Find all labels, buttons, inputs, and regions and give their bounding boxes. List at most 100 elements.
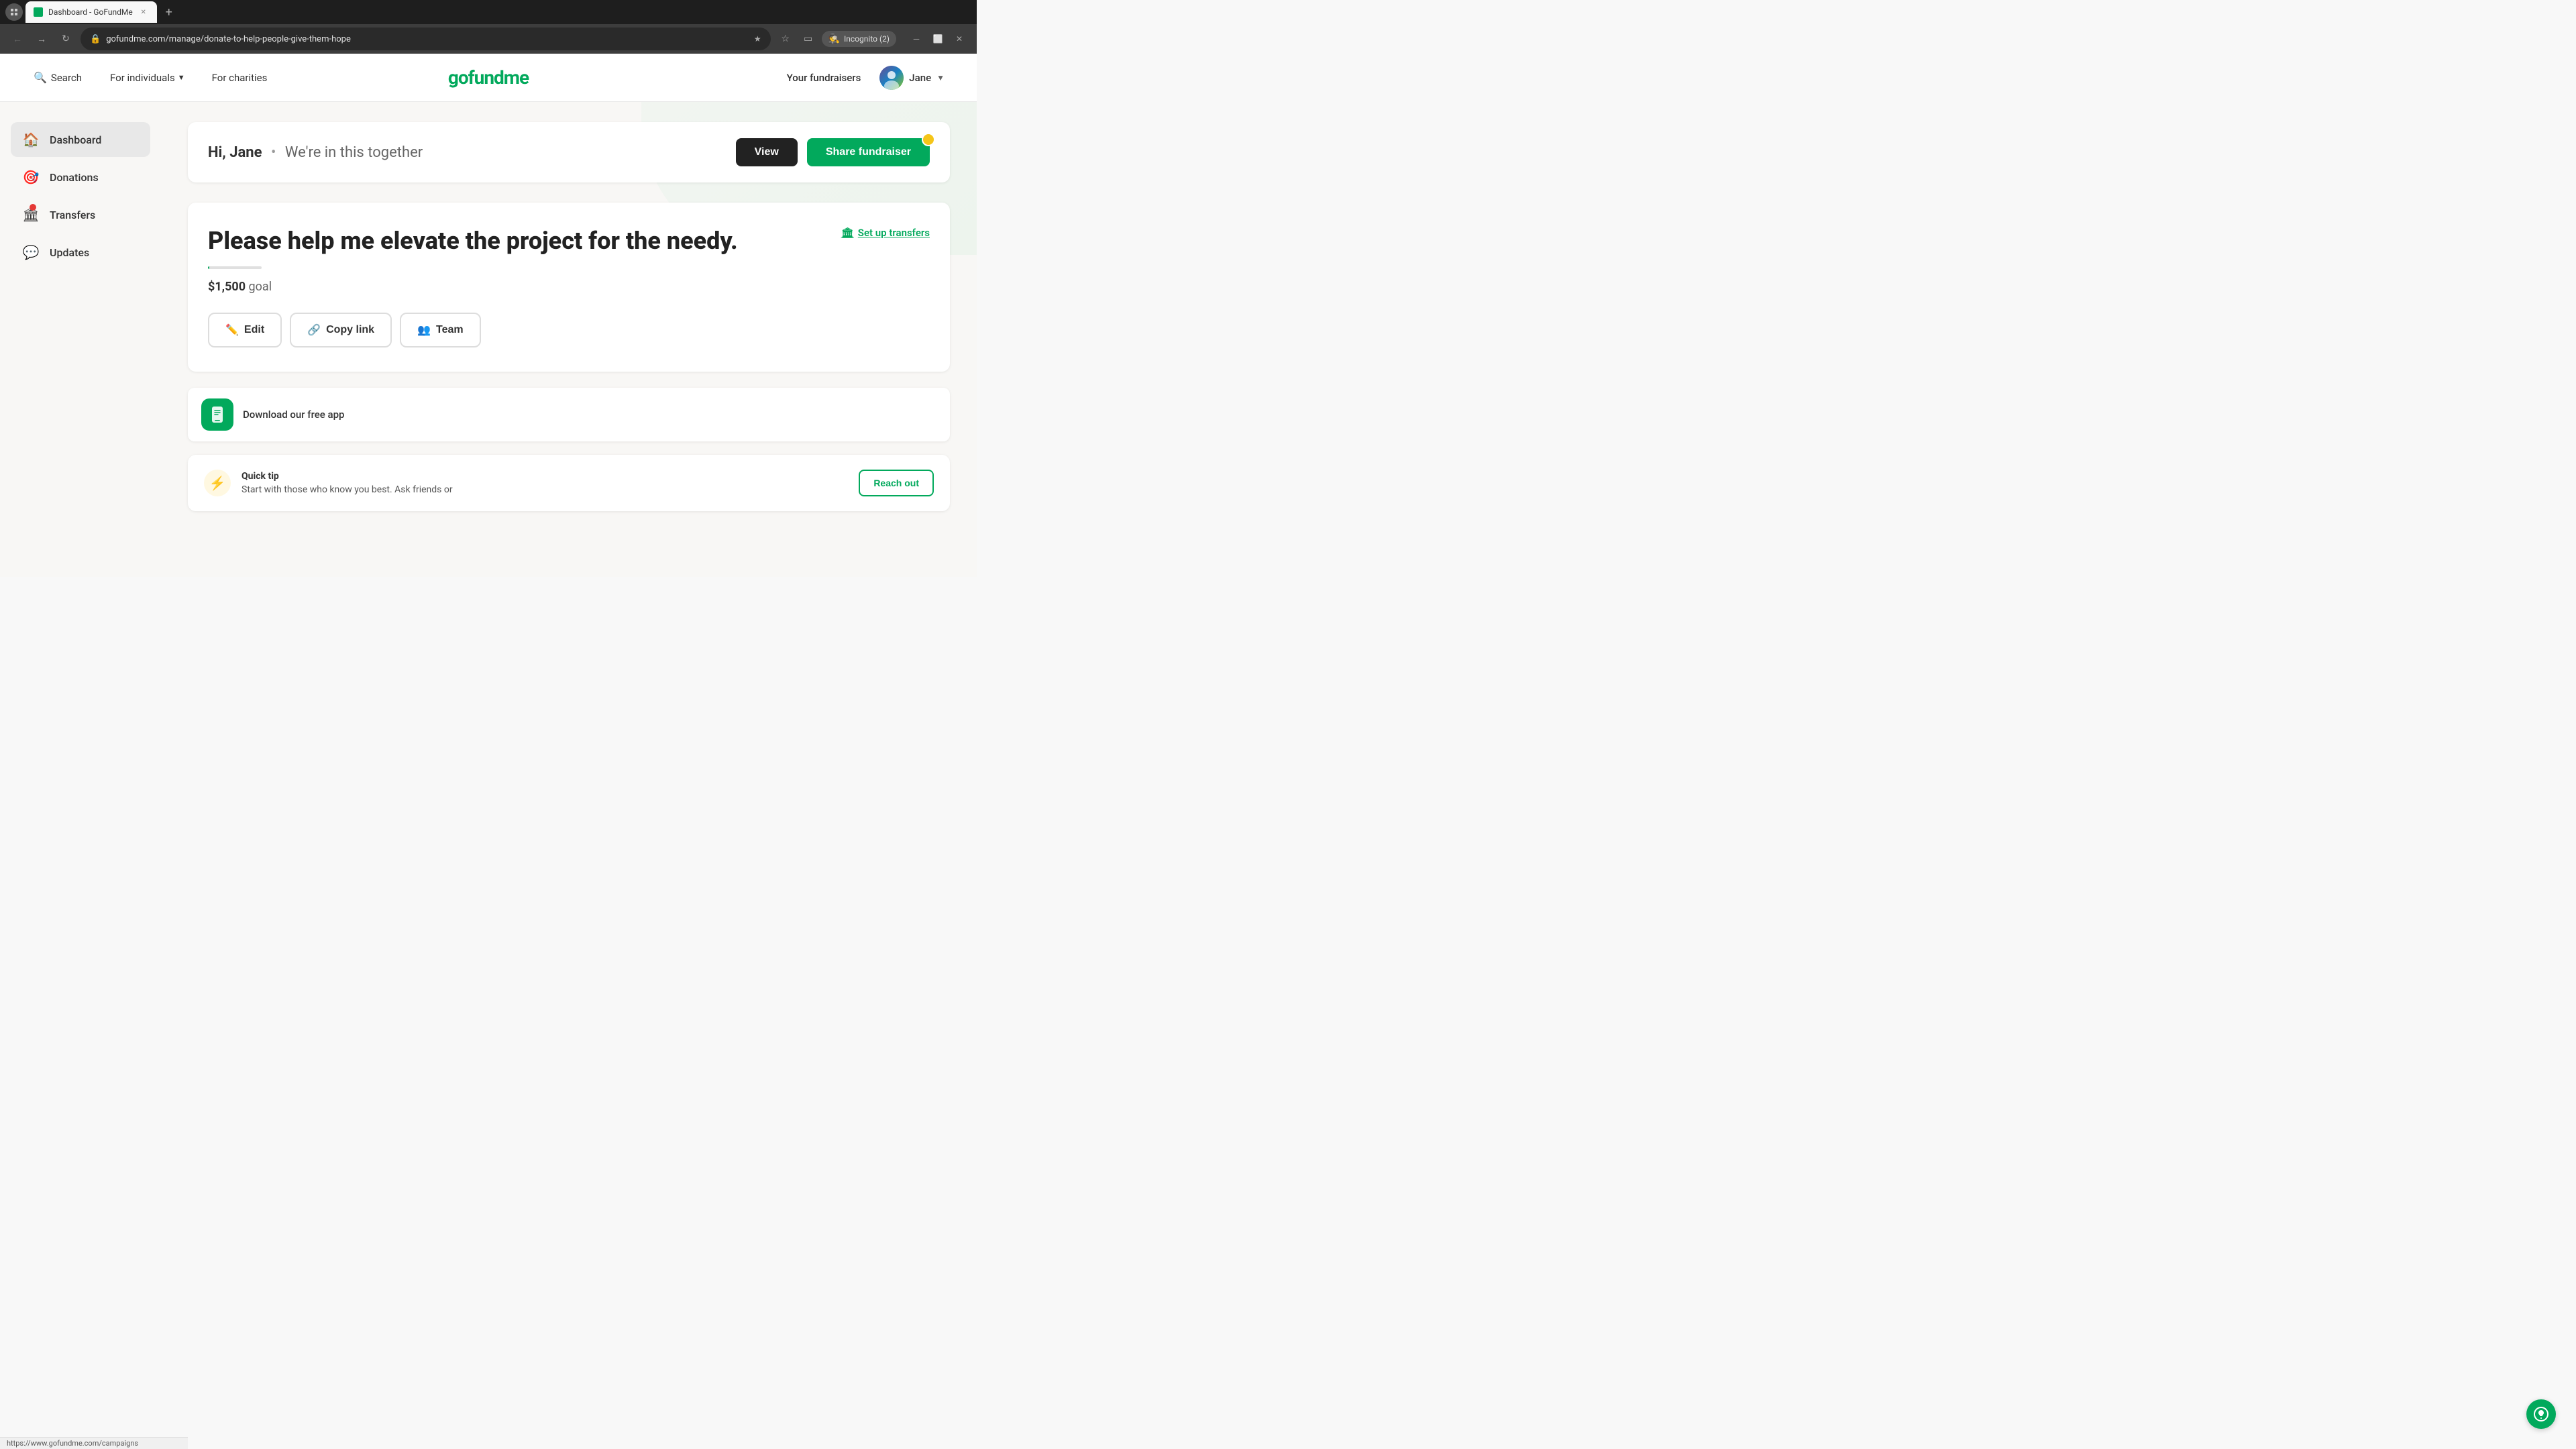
new-tab-btn[interactable]: +: [160, 3, 178, 21]
goal-amount: $1,500: [208, 280, 246, 294]
home-icon: 🏠: [21, 130, 40, 149]
site-header: 🔍 Search For individuals ▼ For charities…: [0, 54, 977, 102]
sidebar-updates-label: Updates: [50, 246, 89, 259]
notification-dot: [30, 204, 36, 211]
browser-chrome: Dashboard - GoFundMe ✕ + ← → ↻ 🔒 gofundm…: [0, 0, 977, 54]
back-btn[interactable]: ←: [8, 30, 27, 48]
greeting-name: Hi, Jane: [208, 144, 262, 161]
setup-transfers-wrapper: 🏛 Set up transfers Please help me elevat…: [208, 227, 930, 266]
copy-link-button[interactable]: 🔗 Copy link: [290, 313, 392, 347]
avatar: [879, 66, 904, 90]
address-bar[interactable]: 🔒 gofundme.com/manage/donate-to-help-peo…: [80, 28, 771, 50]
incognito-label: Incognito (2): [844, 34, 890, 44]
setup-transfers-link[interactable]: 🏛 Set up transfers: [841, 227, 930, 239]
lightning-icon: ⚡: [204, 470, 231, 496]
team-icon: 👥: [417, 323, 431, 337]
user-menu[interactable]: Jane ▼: [874, 63, 950, 93]
fundraiser-card: 🏛 Set up transfers Please help me elevat…: [188, 203, 950, 372]
share-fundraiser-label: Share fundraiser: [826, 146, 911, 158]
setup-transfers-label: Set up transfers: [858, 227, 930, 239]
sidebar-item-donations[interactable]: 🎯 Donations: [11, 160, 150, 195]
site-logo[interactable]: gofundme: [448, 66, 529, 89]
for-individuals-label: For individuals: [110, 72, 175, 84]
goal-text: $1,500 goal: [208, 280, 930, 294]
greeting: Hi, Jane • We're in this together: [208, 144, 423, 161]
team-button[interactable]: 👥 Team: [400, 313, 481, 347]
support-chat-button[interactable]: [2526, 1399, 2556, 1429]
search-btn[interactable]: 🔍 Search: [27, 67, 89, 88]
quick-tip-label: Quick tip: [241, 471, 848, 482]
dashboard-header-card: Hi, Jane • We're in this together View S…: [188, 122, 950, 182]
browser-toolbar: ← → ↻ 🔒 gofundme.com/manage/donate-to-he…: [0, 24, 977, 54]
updates-icon: 💬: [21, 243, 40, 262]
user-name: Jane: [909, 72, 931, 84]
greeting-separator: •: [271, 144, 276, 161]
maximize-btn[interactable]: ⬜: [928, 30, 947, 48]
edit-button[interactable]: ✏️ Edit: [208, 313, 282, 347]
view-button[interactable]: View: [736, 138, 798, 166]
goal-label: goal: [249, 280, 272, 294]
header-left: 🔍 Search For individuals ▼ For charities: [27, 67, 272, 88]
donations-icon: 🎯: [21, 168, 40, 186]
team-label: Team: [436, 324, 464, 336]
header-right: Your fundraisers: [787, 63, 950, 93]
sidebar-toggle-btn[interactable]: ▭: [799, 30, 818, 48]
logo-wrapper: gofundme: [448, 66, 529, 89]
fundraiser-title: Please help me elevate the project for t…: [208, 227, 930, 256]
download-app-banner[interactable]: Download our free app: [188, 388, 950, 441]
sidebar-item-transfers[interactable]: 🏛 Transfers: [11, 197, 150, 232]
reload-btn[interactable]: ↻: [56, 30, 75, 48]
main-content: Hi, Jane • We're in this together View S…: [161, 102, 977, 572]
sidebar: 🏠 Dashboard 🎯 Donations 🏛 Transfers 💬 Up…: [0, 102, 161, 572]
page: 🔍 Search For individuals ▼ For charities…: [0, 54, 977, 577]
app-icon: [201, 398, 233, 431]
sidebar-dashboard-label: Dashboard: [50, 133, 101, 146]
minimize-btn[interactable]: ─: [907, 30, 926, 48]
greeting-text: Hi, Jane • We're in this together: [208, 144, 423, 161]
tab-favicon: [34, 7, 43, 17]
copy-icon: 🔗: [307, 323, 321, 337]
chevron-down-icon: ▼: [178, 73, 185, 82]
header-actions: View Share fundraiser: [736, 138, 930, 166]
tip-content: Quick tip Start with those who know you …: [241, 471, 848, 495]
for-individuals-nav[interactable]: For individuals ▼: [105, 68, 191, 88]
reach-out-button[interactable]: Reach out: [859, 470, 934, 496]
tab-switcher-btn[interactable]: [5, 3, 23, 21]
sidebar-transfers-label: Transfers: [50, 209, 95, 221]
progress-bar-fill: [208, 266, 209, 269]
close-btn[interactable]: ✕: [950, 30, 969, 48]
download-app-label: Download our free app: [243, 409, 344, 421]
share-fundraiser-button[interactable]: Share fundraiser: [807, 138, 930, 166]
sidebar-item-dashboard[interactable]: 🏠 Dashboard: [11, 122, 150, 157]
status-url: https://www.gofundme.com/campaigns: [7, 1439, 138, 1448]
browser-actions: ☆ ▭ 🕵 Incognito (2): [776, 30, 896, 48]
action-buttons: ✏️ Edit 🔗 Copy link 👥 Team: [208, 313, 930, 347]
edit-label: Edit: [244, 324, 264, 336]
progress-bar: [208, 266, 262, 269]
search-label: Search: [51, 72, 82, 84]
address-text: gofundme.com/manage/donate-to-help-peopl…: [106, 34, 749, 44]
status-bar: https://www.gofundme.com/campaigns: [0, 1437, 188, 1449]
bookmark-btn[interactable]: ☆: [776, 30, 795, 48]
user-chevron-down-icon: ▼: [936, 73, 945, 83]
browser-tabs: Dashboard - GoFundMe ✕ +: [0, 0, 977, 24]
share-badge: [922, 133, 935, 146]
main-layout: 🏠 Dashboard 🎯 Donations 🏛 Transfers 💬 Up…: [0, 102, 977, 572]
tab-close-btn[interactable]: ✕: [138, 7, 149, 17]
for-charities-label: For charities: [212, 72, 268, 84]
quick-tip-card: ⚡ Quick tip Start with those who know yo…: [188, 455, 950, 511]
active-tab[interactable]: Dashboard - GoFundMe ✕: [25, 1, 157, 23]
for-charities-nav[interactable]: For charities: [207, 68, 273, 88]
forward-btn[interactable]: →: [32, 30, 51, 48]
your-fundraisers-link[interactable]: Your fundraisers: [787, 72, 861, 84]
edit-icon: ✏️: [225, 323, 239, 337]
incognito-badge[interactable]: 🕵 Incognito (2): [822, 31, 896, 47]
window-controls: ─ ⬜ ✕: [907, 30, 969, 48]
search-icon: 🔍: [34, 71, 47, 84]
tab-title: Dashboard - GoFundMe: [48, 7, 133, 17]
greeting-subtitle: We're in this together: [285, 144, 423, 161]
copy-link-label: Copy link: [326, 324, 374, 336]
sidebar-item-updates[interactable]: 💬 Updates: [11, 235, 150, 270]
bank-icon: 🏛: [841, 227, 854, 239]
quick-tip-text: Start with those who know you best. Ask …: [241, 484, 848, 495]
